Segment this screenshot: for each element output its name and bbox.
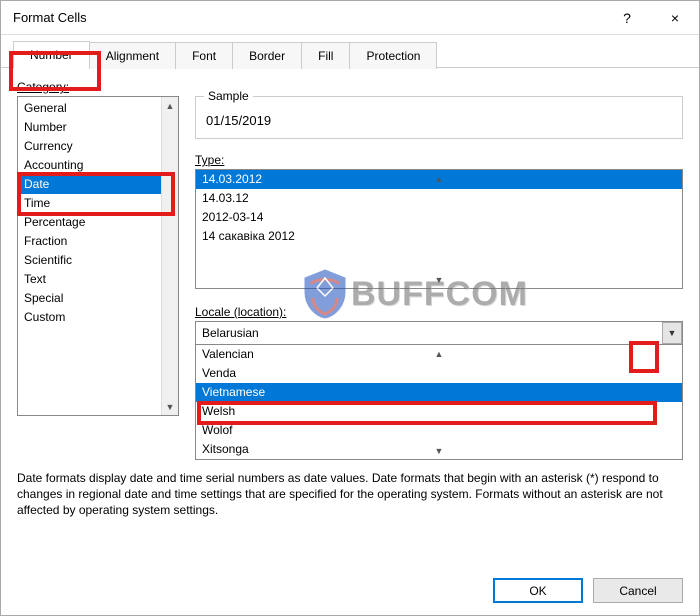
list-item[interactable]: Number — [18, 118, 178, 137]
format-cells-dialog: Format Cells ? × Number Alignment Font B… — [0, 0, 700, 616]
locale-label: Locale (location): — [195, 305, 683, 319]
cancel-button[interactable]: Cancel — [593, 578, 683, 603]
list-item[interactable]: Percentage — [18, 213, 178, 232]
scroll-up-icon[interactable]: ▲ — [162, 97, 178, 114]
tab-content: Category: General Number Currency Accoun… — [1, 68, 699, 566]
list-item[interactable]: 14.03.12 — [196, 189, 682, 208]
help-button[interactable]: ? — [603, 1, 651, 35]
tab-border[interactable]: Border — [232, 42, 302, 69]
sample-value: 01/15/2019 — [206, 113, 271, 128]
category-label: Category: — [17, 80, 69, 94]
list-item[interactable]: Special — [18, 289, 178, 308]
list-item[interactable]: Currency — [18, 137, 178, 156]
ok-button[interactable]: OK — [493, 578, 583, 603]
list-item[interactable]: Wolof — [196, 421, 682, 440]
tab-alignment[interactable]: Alignment — [89, 42, 176, 69]
list-item[interactable]: Vietnamese — [196, 383, 682, 402]
type-label: Type: — [195, 153, 683, 167]
format-description: Date formats display date and time seria… — [17, 460, 683, 519]
window-title: Format Cells — [13, 10, 87, 25]
list-item[interactable]: Date — [18, 175, 178, 194]
list-item[interactable]: 14 сакавіка 2012 — [196, 227, 682, 246]
tab-protection[interactable]: Protection — [349, 42, 437, 69]
tab-number[interactable]: Number — [13, 41, 90, 68]
tab-strip: Number Alignment Font Border Fill Protec… — [1, 35, 699, 68]
locale-value: Belarusian — [196, 322, 662, 344]
locale-dropdown[interactable]: Valencian Venda Vietnamese Welsh Wolof X… — [195, 345, 683, 460]
list-item[interactable]: Accounting — [18, 156, 178, 175]
list-item[interactable]: Custom — [18, 308, 178, 327]
button-row: OK Cancel — [1, 566, 699, 615]
type-listbox[interactable]: 14.03.2012 14.03.12 2012-03-14 14 сакаві… — [195, 169, 683, 289]
close-button[interactable]: × — [651, 1, 699, 35]
chevron-down-icon[interactable]: ▼ — [662, 322, 682, 344]
sample-group: Sample 01/15/2019 — [195, 96, 683, 139]
category-listbox[interactable]: General Number Currency Accounting Date … — [17, 96, 179, 416]
scroll-down-icon[interactable]: ▼ — [162, 398, 178, 415]
list-item[interactable]: Scientific — [18, 251, 178, 270]
scroll-down-icon[interactable]: ▼ — [196, 271, 682, 288]
list-item[interactable]: General — [18, 99, 178, 118]
sample-label: Sample — [204, 89, 253, 103]
list-item[interactable]: Welsh — [196, 402, 682, 421]
scrollbar[interactable]: ▲ ▼ — [161, 97, 178, 415]
tab-font[interactable]: Font — [175, 42, 233, 69]
list-item[interactable]: Text — [18, 270, 178, 289]
scroll-down-icon[interactable]: ▼ — [196, 442, 682, 459]
tab-fill[interactable]: Fill — [301, 42, 350, 69]
list-item[interactable]: Venda — [196, 364, 682, 383]
scroll-up-icon[interactable]: ▲ — [196, 345, 682, 362]
locale-combobox[interactable]: Belarusian ▼ — [195, 321, 683, 345]
titlebar: Format Cells ? × — [1, 1, 699, 35]
list-item[interactable]: Time — [18, 194, 178, 213]
scroll-up-icon[interactable]: ▲ — [196, 170, 682, 187]
list-item[interactable]: Fraction — [18, 232, 178, 251]
list-item[interactable]: 2012-03-14 — [196, 208, 682, 227]
